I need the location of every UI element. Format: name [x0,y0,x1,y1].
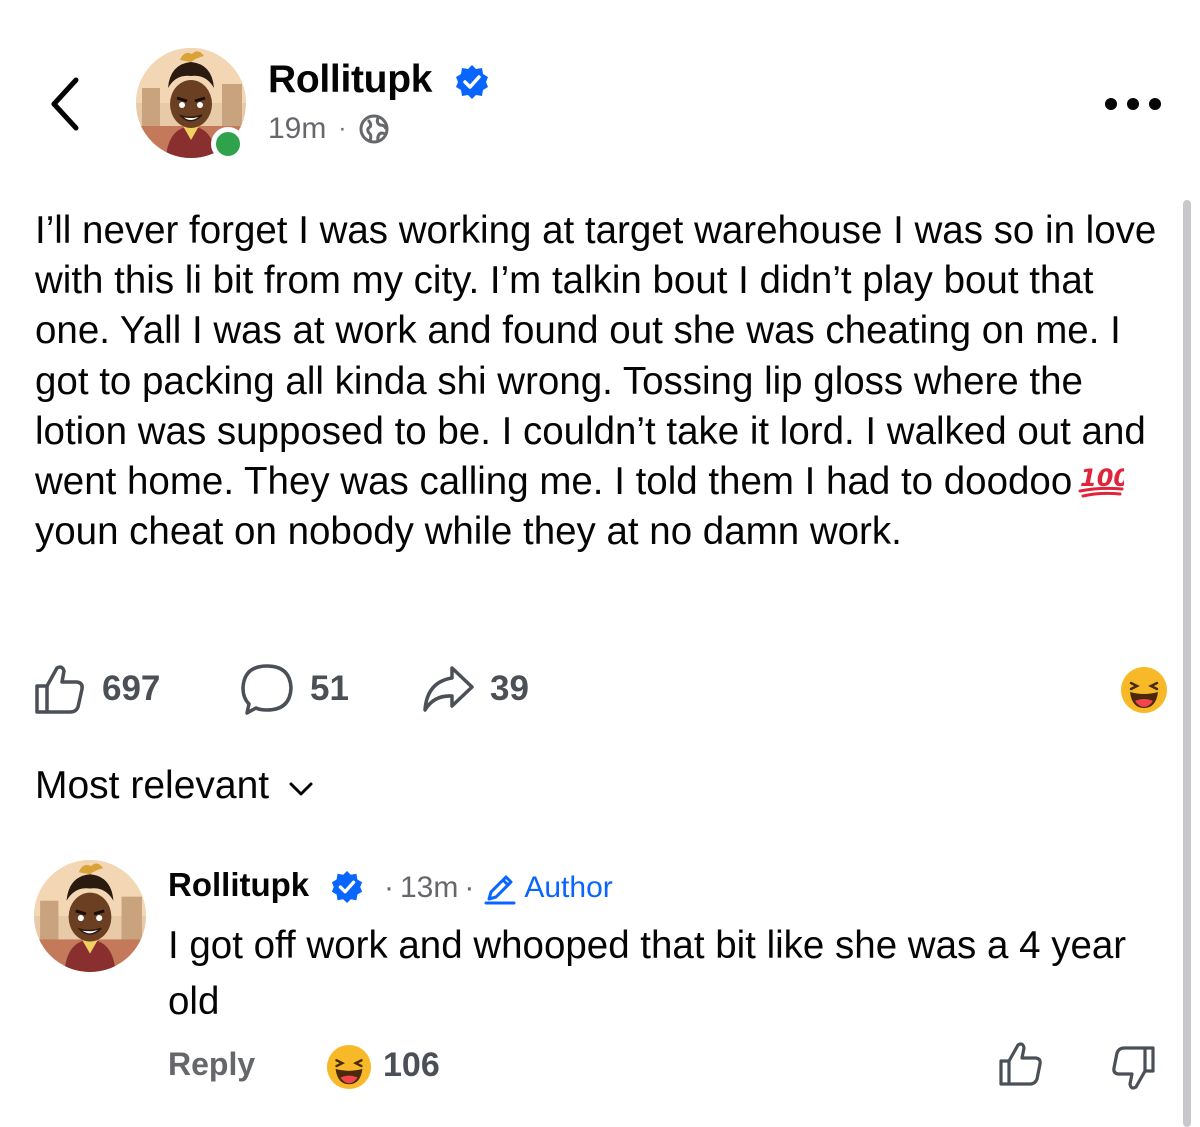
comment-bubble-icon [241,664,293,715]
back-button[interactable] [40,72,96,136]
post-text-part-1: I’ll never forget I was working at targe… [35,209,1157,504]
meta-dot: · [384,871,394,904]
share-count: 39 [490,669,529,708]
haha-reaction-icon[interactable] [326,1044,372,1090]
post-text-part-2: youn cheat on nobody while they at no da… [35,510,902,554]
scrollbar[interactable] [1183,200,1191,1127]
online-status-indicator [211,127,245,161]
comment-button[interactable]: 51 [240,660,349,718]
comment-meta: · 13m · Author [378,870,613,906]
reply-button[interactable]: Reply [168,1046,255,1083]
thumbs-up-icon [35,665,84,714]
comment-sort-dropdown[interactable]: Most relevant [35,764,315,808]
comment-count: 51 [310,669,349,708]
comment-author-name[interactable]: Rollitupk [168,866,309,904]
hundred-points-emoji: 100 [1078,464,1124,498]
more-horizontal-icon [1105,98,1161,110]
author-badge-label: Author [524,871,613,904]
comment-timestamp[interactable]: 13m [400,871,458,905]
chevron-left-icon [51,77,79,131]
comment-author-avatar[interactable] [34,860,146,972]
post-timestamp[interactable]: 19m [268,112,326,146]
meta-dot: · [464,871,475,904]
share-button[interactable]: 39 [420,660,529,718]
pencil-icon [484,875,516,905]
globe-icon [359,114,389,144]
comment-reaction-count[interactable]: 106 [383,1046,440,1085]
post-meta: 19m · [268,112,390,146]
verified-badge-icon [456,65,488,99]
like-button[interactable]: 697 [32,660,160,718]
post-body: I’ll never forget I was working at targe… [35,206,1170,557]
thumbs-down-icon[interactable] [1110,1044,1158,1092]
comment-text: I got off work and whooped that bit like… [168,924,1127,1023]
haha-reaction-icon[interactable] [1120,666,1168,714]
thumbs-up-icon[interactable] [996,1040,1044,1088]
chevron-down-icon [289,782,313,796]
meta-separator: · [338,115,347,142]
avatar-cartoon-image [34,860,146,972]
sort-label: Most relevant [35,764,270,807]
like-count: 697 [102,669,161,708]
more-options-button[interactable] [1102,92,1164,116]
share-arrow-icon [423,666,474,712]
author-badge: Author [482,870,613,906]
verified-badge-icon [331,870,363,904]
post-author-name[interactable]: Rollitupk [268,58,432,102]
